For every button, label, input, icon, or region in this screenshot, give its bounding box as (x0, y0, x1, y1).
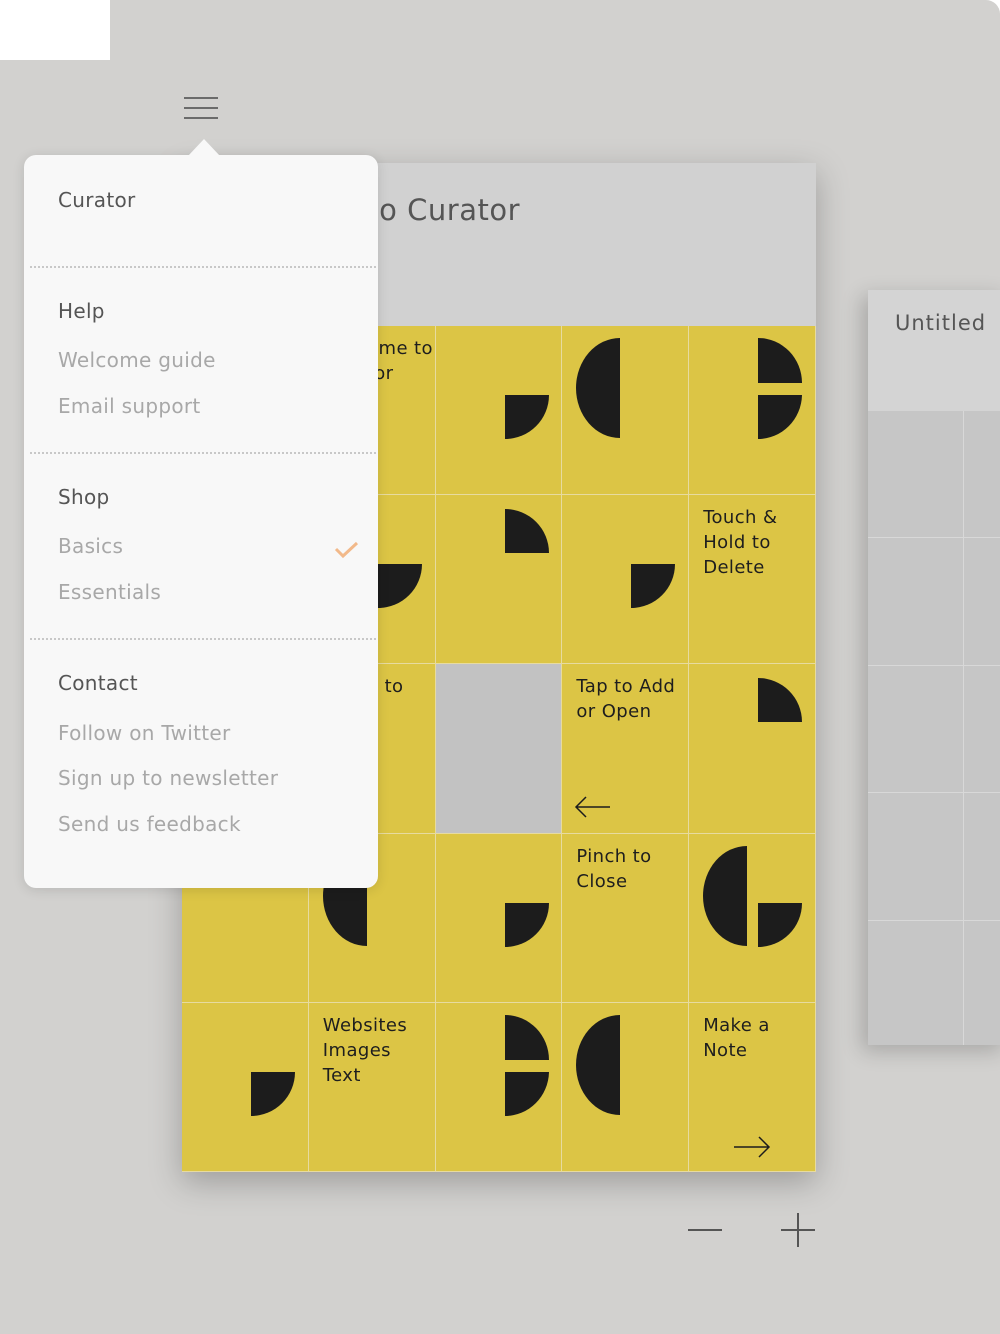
arrow-right-icon[interactable] (734, 1136, 771, 1158)
cell-note-text: Websites Images Text (322, 1014, 408, 1086)
grid-cell[interactable] (435, 833, 563, 1003)
cell-graphic (758, 678, 803, 723)
untitled-board-title: Untitled (895, 311, 987, 335)
menu-item-follow-twitter[interactable]: Follow on Twitter (58, 721, 231, 745)
untitled-board-header: Untitled (868, 290, 1000, 411)
cell-graphic (504, 395, 549, 439)
cell-graphic (504, 509, 549, 554)
cell-graphic (758, 338, 803, 439)
cell-graphic (251, 1071, 295, 1116)
menu-divider (30, 452, 376, 454)
cell-graphic (631, 564, 676, 609)
quarter-circle-shape (504, 1071, 549, 1116)
minus-icon[interactable] (687, 1212, 723, 1248)
grid-line (868, 920, 1000, 921)
quarter-circle-shape (758, 678, 803, 723)
cell-graphic (504, 902, 549, 947)
quarter-circle-shape (758, 338, 803, 383)
quarter-circle-shape (504, 395, 549, 439)
menu-heading-curator[interactable]: Curator (58, 188, 136, 212)
popover-pointer (188, 139, 220, 156)
grid-line (868, 665, 1000, 666)
cell-graphic (576, 338, 621, 438)
quarter-circle-shape (631, 564, 676, 609)
grid-cell[interactable] (689, 833, 816, 1003)
half-circle-shape (703, 845, 748, 946)
grid-cell[interactable] (562, 495, 690, 665)
cell-graphic (703, 845, 803, 947)
quarter-circle-shape (758, 902, 803, 947)
quarter-circle-shape (758, 395, 803, 439)
menu-divider (30, 266, 376, 268)
grid-cell[interactable] (435, 1002, 563, 1172)
quarter-circle-shape (251, 1071, 295, 1116)
grid-cell[interactable]: Touch & Hold to Delete (689, 495, 816, 665)
grid-cell[interactable] (435, 664, 563, 834)
menu-item-email-support[interactable]: Email support (58, 394, 201, 418)
plus-icon[interactable] (780, 1212, 816, 1248)
cell-graphic (504, 1014, 549, 1116)
cell-note-text: Touch & Hold to Delete (703, 507, 778, 579)
app-screen: Untitled Welcome to Curator Welcome to C… (0, 0, 1000, 1334)
grid-line (963, 411, 964, 1045)
menu-item-newsletter[interactable]: Sign up to newsletter (58, 766, 278, 790)
quarter-circle-shape (504, 509, 549, 554)
menu-item-welcome-guide[interactable]: Welcome guide (58, 348, 216, 372)
grid-cell[interactable]: Websites Images Text (308, 1002, 436, 1172)
grid-cell[interactable] (182, 1002, 309, 1172)
grid-line (868, 537, 1000, 538)
untitled-board[interactable]: Untitled (868, 290, 1000, 1045)
grid-cell[interactable] (435, 326, 563, 496)
grid-cell[interactable] (562, 1002, 690, 1172)
grid-cell[interactable] (435, 495, 563, 665)
grid-cell[interactable] (562, 326, 690, 496)
menu-item-feedback[interactable]: Send us feedback (58, 812, 241, 836)
half-circle-shape (576, 338, 621, 438)
menu-heading-contact: Contact (58, 671, 138, 695)
checkmark-icon (334, 541, 359, 559)
hamburger-menu-icon[interactable] (184, 95, 218, 121)
cell-graphic (576, 1014, 621, 1115)
cell-note-text: Make a Note (703, 1014, 770, 1061)
grid-cell[interactable]: Tap to Add or Open (562, 664, 690, 834)
quarter-circle-shape (504, 902, 549, 947)
cell-note-text: Tap to Add or Open (576, 676, 676, 723)
status-corner (0, 0, 110, 60)
quarter-circle-shape (504, 1014, 549, 1060)
cell-note-text: Pinch to Close (576, 845, 652, 892)
grid-cell[interactable] (689, 664, 816, 834)
arrow-left-icon[interactable] (575, 796, 611, 818)
half-circle-shape (576, 1014, 621, 1115)
grid-line (868, 792, 1000, 793)
menu-heading-help: Help (58, 299, 105, 323)
menu-divider (30, 638, 376, 640)
menu-item-basics[interactable]: Basics (58, 534, 123, 558)
menu-item-essentials[interactable]: Essentials (58, 580, 161, 604)
main-menu-popover: Curator Help Welcome guide Email support… (24, 139, 378, 888)
menu-heading-shop: Shop (58, 485, 110, 509)
grid-cell[interactable]: Make a Note (689, 1002, 816, 1172)
grid-cell[interactable]: Pinch to Close (562, 833, 690, 1003)
quarter-circle-shape (377, 564, 422, 609)
grid-cell[interactable] (689, 326, 816, 496)
